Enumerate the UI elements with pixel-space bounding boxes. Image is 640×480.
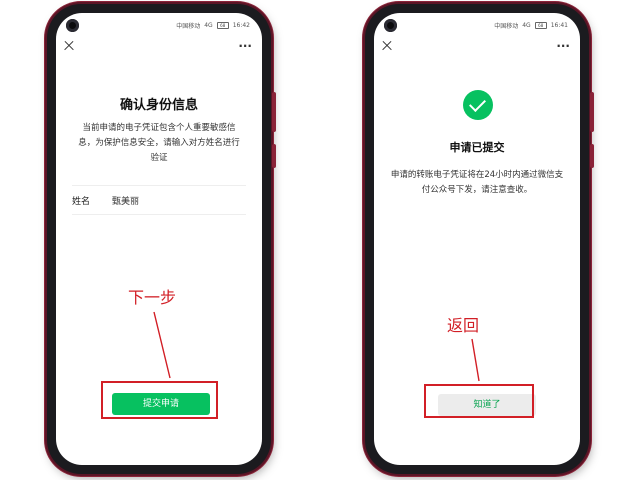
annotation-arrows [153, 311, 480, 382]
arrow-line-right [471, 338, 480, 382]
arrow-line-left [153, 311, 171, 379]
